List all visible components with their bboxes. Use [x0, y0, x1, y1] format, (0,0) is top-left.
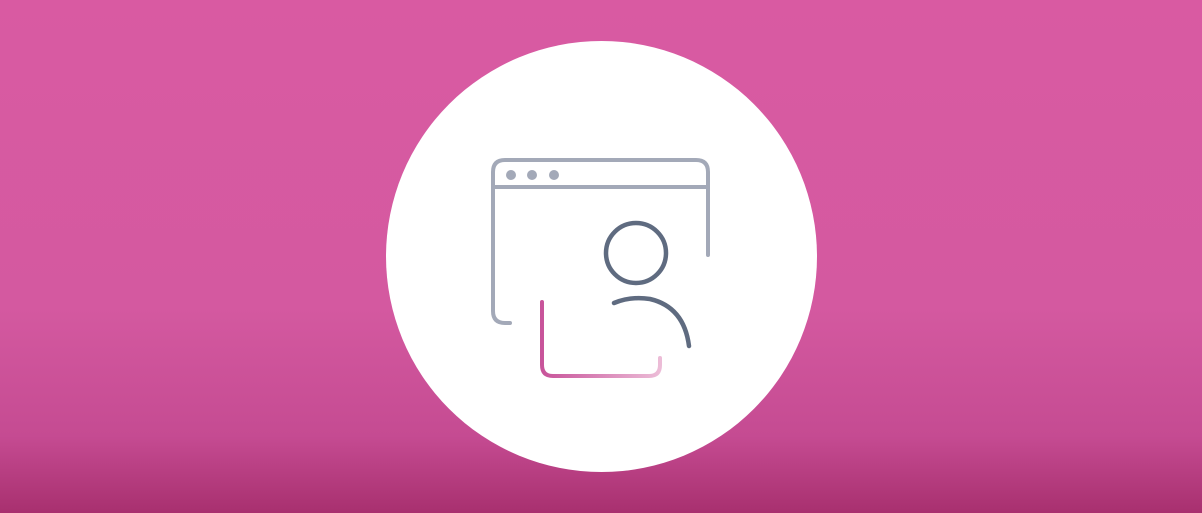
- accent-frame-outline: [540, 300, 662, 378]
- browser-window-outline: [491, 158, 710, 325]
- browser-user-icon: [491, 158, 710, 378]
- user-head-icon: [603, 220, 669, 286]
- window-dot-icon: [549, 170, 559, 180]
- hero-banner: [0, 0, 1202, 513]
- circle-badge: [386, 41, 817, 472]
- window-dot-icon: [506, 170, 516, 180]
- user-shoulders-icon: [611, 295, 692, 349]
- window-dot-icon: [527, 170, 537, 180]
